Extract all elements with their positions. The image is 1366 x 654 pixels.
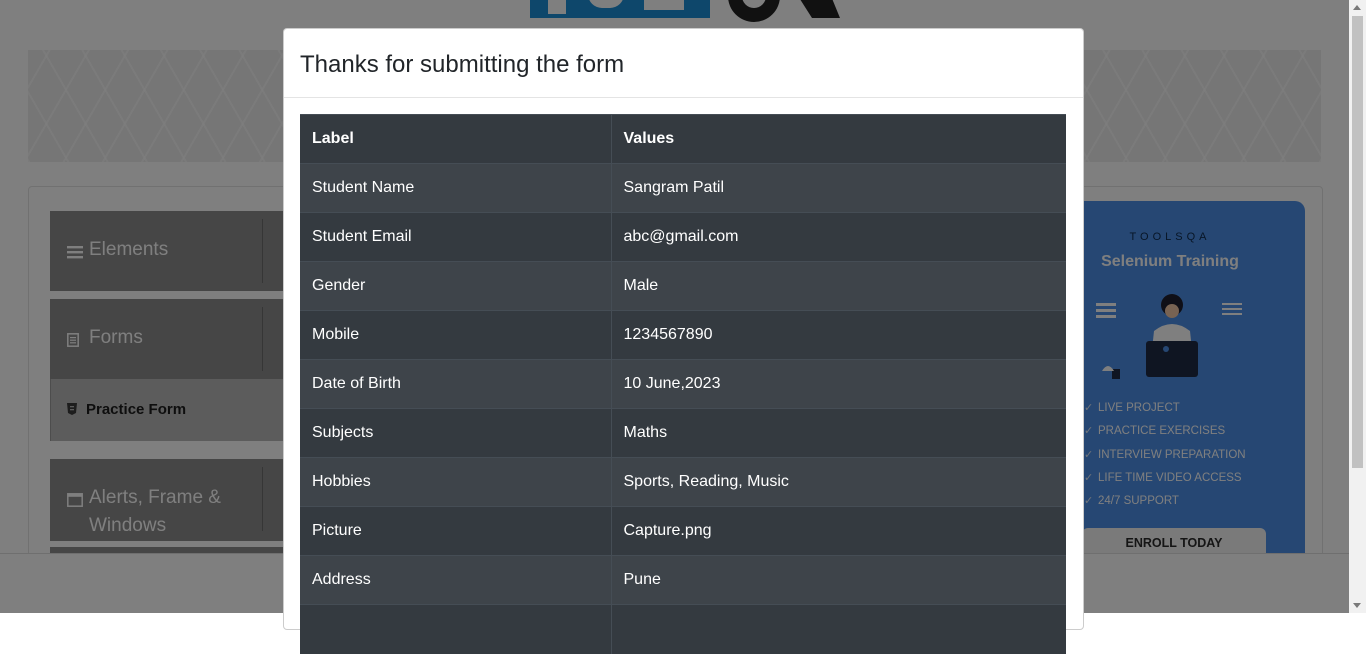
scrollbar-thumb[interactable] bbox=[1352, 16, 1363, 468]
row-label: Picture bbox=[300, 506, 612, 556]
table-row: Student Email abc@gmail.com bbox=[300, 212, 1066, 262]
row-value: Male bbox=[611, 261, 1066, 311]
table-row: Subjects Maths bbox=[300, 408, 1066, 458]
row-value: Maths bbox=[611, 408, 1066, 458]
table-row: Date of Birth 10 June,2023 bbox=[300, 359, 1066, 409]
column-header-values: Values bbox=[611, 114, 1066, 164]
scroll-up-arrow-icon[interactable] bbox=[1353, 5, 1361, 10]
page-scrollbar[interactable] bbox=[1349, 0, 1366, 613]
row-label: Student Name bbox=[300, 163, 612, 213]
column-header-label: Label bbox=[300, 114, 612, 164]
row-value: Pune bbox=[611, 555, 1066, 605]
modal-title: Thanks for submitting the form bbox=[300, 51, 625, 78]
row-label: Address bbox=[300, 555, 612, 605]
table-header-row: Label Values bbox=[300, 114, 1066, 164]
table-row: Gender Male bbox=[300, 261, 1066, 311]
row-label: Subjects bbox=[300, 408, 612, 458]
row-label: Mobile bbox=[300, 310, 612, 360]
table-row: Picture Capture.png bbox=[300, 506, 1066, 556]
row-label: Date of Birth bbox=[300, 359, 612, 409]
row-label: Hobbies bbox=[300, 457, 612, 507]
submission-modal: Thanks for submitting the form Label Val… bbox=[283, 28, 1084, 654]
row-value: Sangram Patil bbox=[611, 163, 1066, 213]
table-row: Student Name Sangram Patil bbox=[300, 163, 1066, 213]
row-value: 1234567890 bbox=[611, 310, 1066, 360]
table-row: Address Pune bbox=[300, 555, 1066, 605]
row-value: 10 June,2023 bbox=[611, 359, 1066, 409]
submission-results-table: Label Values Student Name Sangram Patil … bbox=[300, 114, 1066, 654]
row-label: Student Email bbox=[300, 212, 612, 262]
row-value: Sports, Reading, Music bbox=[611, 457, 1066, 507]
row-label: Gender bbox=[300, 261, 612, 311]
row-label bbox=[300, 604, 612, 654]
table-row bbox=[300, 604, 1066, 654]
modal-header: Thanks for submitting the form bbox=[284, 29, 1083, 98]
scroll-down-arrow-icon[interactable] bbox=[1353, 603, 1361, 608]
row-value: abc@gmail.com bbox=[611, 212, 1066, 262]
table-row: Hobbies Sports, Reading, Music bbox=[300, 457, 1066, 507]
row-value bbox=[611, 604, 1066, 654]
row-value: Capture.png bbox=[611, 506, 1066, 556]
table-row: Mobile 1234567890 bbox=[300, 310, 1066, 360]
